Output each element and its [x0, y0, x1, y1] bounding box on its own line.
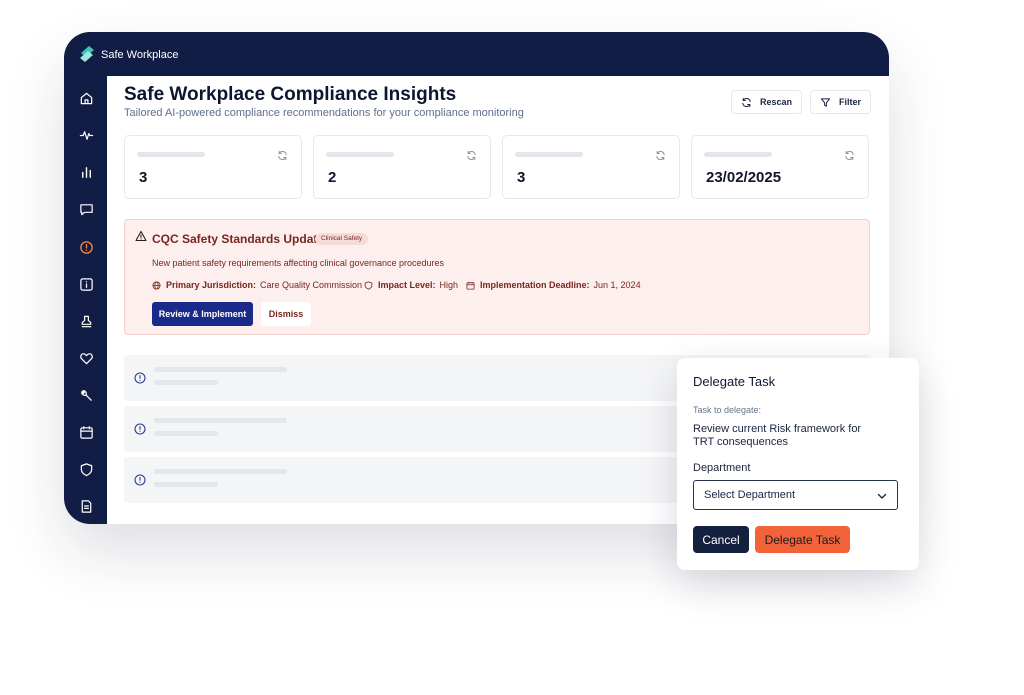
chevron-down-icon — [877, 493, 887, 499]
task-text: Review current Risk framework for TRT co… — [693, 423, 862, 448]
refresh-icon — [742, 97, 751, 107]
page-title: Safe Workplace Compliance Insights — [124, 84, 457, 105]
cancel-button[interactable]: Cancel — [693, 526, 749, 553]
deadline-meta: Implementation Deadline: Jun 1, 2024 — [466, 280, 641, 290]
refresh-icon[interactable] — [844, 150, 855, 161]
placeholder-line — [154, 469, 287, 474]
placeholder-line — [154, 380, 218, 385]
calendar-icon — [466, 281, 475, 290]
stat-card: 23/02/2025 — [691, 135, 869, 199]
jurisdiction-meta: Primary Jurisdiction: Care Quality Commi… — [152, 280, 362, 290]
logo-icon — [80, 46, 94, 62]
jurisdiction-key: Primary Jurisdiction: — [166, 280, 257, 290]
rescan-button[interactable]: Rescan — [731, 90, 803, 114]
stat-value: 3 — [139, 169, 148, 186]
calendar-icon[interactable] — [78, 424, 94, 440]
placeholder-line — [154, 418, 287, 423]
impact-key: Impact Level: — [378, 280, 436, 290]
stat-label-placeholder — [326, 152, 394, 157]
warning-triangle-icon — [135, 230, 147, 242]
alert-circle-icon[interactable] — [78, 239, 94, 255]
alert-description: New patient safety requirements affectin… — [152, 258, 444, 268]
info-icon — [134, 423, 146, 435]
department-select-value: Select Department — [704, 489, 796, 501]
impact-meta: Impact Level: High — [364, 280, 458, 290]
deadline-value: Jun 1, 2024 — [593, 280, 641, 290]
task-label: Task to delegate: — [693, 405, 762, 415]
stat-card: 3 — [502, 135, 680, 199]
heart-icon[interactable] — [78, 350, 94, 366]
info-icon[interactable] — [78, 276, 94, 292]
home-icon[interactable] — [78, 90, 94, 106]
delegate-task-button[interactable]: Delegate Task — [755, 526, 850, 553]
alert-title: CQC Safety Standards Update — [152, 232, 325, 246]
globe-icon — [152, 280, 161, 290]
category-badge: Clinical Safety — [315, 233, 369, 245]
stamp-icon[interactable] — [78, 313, 94, 329]
bar-chart-icon[interactable] — [78, 164, 94, 180]
stat-label-placeholder — [704, 152, 772, 157]
top-bar: Safe Workplace — [64, 32, 889, 76]
activity-icon[interactable] — [78, 127, 94, 143]
dismiss-button[interactable]: Dismiss — [261, 302, 311, 326]
stat-value: 2 — [328, 169, 337, 186]
info-icon — [134, 372, 146, 384]
stat-card: 3 — [124, 135, 302, 199]
dialog-title: Delegate Task — [693, 374, 776, 389]
document-icon[interactable] — [78, 498, 94, 514]
placeholder-line — [154, 482, 218, 487]
refresh-icon[interactable] — [277, 150, 288, 161]
stat-label-placeholder — [515, 152, 583, 157]
sidebar — [64, 76, 107, 524]
stat-label-placeholder — [137, 152, 205, 157]
jurisdiction-value: Care Quality Commission — [260, 280, 363, 290]
shield-icon — [364, 280, 373, 290]
info-icon — [134, 474, 146, 486]
rescan-label: Rescan — [760, 97, 793, 107]
delegate-task-dialog: Delegate Task Task to delegate: Review c… — [677, 358, 919, 570]
deadline-key: Implementation Deadline: — [480, 280, 590, 290]
impact-value: High — [439, 280, 459, 290]
filter-icon — [820, 97, 831, 107]
refresh-icon[interactable] — [655, 150, 666, 161]
refresh-icon[interactable] — [466, 150, 477, 161]
stat-value: 3 — [517, 169, 526, 186]
placeholder-line — [154, 367, 287, 372]
page-subtitle: Tailored AI-powered compliance recommend… — [124, 107, 524, 119]
stat-value: 23/02/2025 — [706, 169, 782, 186]
stat-card: 2 — [313, 135, 491, 199]
department-label: Department — [693, 462, 751, 474]
placeholder-line — [154, 431, 218, 436]
shield-icon[interactable] — [78, 461, 94, 477]
filter-label: Filter — [839, 97, 862, 107]
compliance-alert-card: CQC Safety Standards Update Clinical Saf… — [124, 219, 870, 335]
review-implement-button[interactable]: Review & Implement — [152, 302, 253, 326]
filter-button[interactable]: Filter — [810, 90, 872, 114]
app-title: Safe Workplace — [101, 49, 179, 61]
wrench-icon[interactable] — [78, 387, 94, 403]
message-icon[interactable] — [78, 201, 94, 217]
department-select[interactable]: Select Department — [693, 480, 898, 510]
